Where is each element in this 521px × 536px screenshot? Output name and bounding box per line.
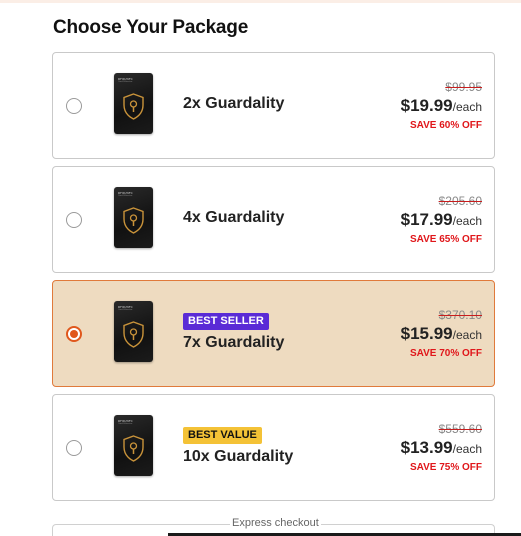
price-unit: /each (452, 328, 482, 342)
shield-icon (123, 435, 144, 462)
savings-label: SAVE 75% OFF (409, 462, 482, 473)
card-subtitle-text: Card Protector (118, 81, 133, 83)
package-name: 7x Guardality (183, 334, 285, 351)
package-name: 10x Guardality (183, 448, 294, 465)
price-unit: /each (452, 214, 482, 228)
shield-icon (123, 207, 144, 234)
package-option-10x[interactable]: RFID/NFC Card Protector BEST VALUE 10x G… (52, 394, 495, 501)
radio-button[interactable] (66, 212, 82, 228)
original-price: $559.60 (438, 422, 482, 436)
savings-label: SAVE 60% OFF (409, 120, 482, 131)
card-subtitle-text: Card Protector (118, 423, 133, 425)
express-checkout-label: Express checkout (230, 517, 321, 529)
product-card-image: RFID/NFC Card Protector (114, 73, 153, 134)
price: $17.99 (400, 210, 453, 229)
best-seller-badge: BEST SELLER (183, 313, 269, 330)
package-name: 2x Guardality (183, 95, 285, 112)
price-unit: /each (452, 442, 482, 456)
price-line: $13.99/each (401, 438, 482, 458)
price-unit: /each (452, 100, 482, 114)
price: $19.99 (400, 96, 453, 115)
radio-button-selected[interactable] (66, 326, 82, 342)
savings-label: SAVE 65% OFF (409, 234, 482, 245)
radio-button[interactable] (66, 440, 82, 456)
savings-label: SAVE 70% OFF (409, 348, 482, 359)
card-subtitle-text: Card Protector (118, 195, 133, 197)
shield-icon (123, 321, 144, 348)
price: $13.99 (400, 438, 453, 457)
package-option-7x[interactable]: RFID/NFC Card Protector BEST SELLER 7x G… (52, 280, 495, 387)
package-option-2x[interactable]: RFID/NFC Card Protector 2x Guardality $9… (52, 52, 495, 159)
original-price: $99.95 (445, 80, 482, 94)
original-price: $205.60 (438, 194, 482, 208)
package-option-4x[interactable]: RFID/NFC Card Protector 4x Guardality $2… (52, 166, 495, 273)
radio-button[interactable] (66, 98, 82, 114)
price-line: $19.99/each (401, 96, 482, 116)
price-line: $15.99/each (401, 324, 482, 344)
page-title: Choose Your Package (53, 17, 249, 38)
price: $15.99 (400, 324, 453, 343)
card-subtitle-text: Card Protector (118, 309, 133, 311)
package-name: 4x Guardality (183, 209, 285, 226)
original-price: $370.10 (438, 308, 482, 322)
best-value-badge: BEST VALUE (183, 427, 262, 444)
shield-icon (123, 93, 144, 120)
price-line: $17.99/each (401, 210, 482, 230)
product-card-image: RFID/NFC Card Protector (114, 415, 153, 476)
top-divider (0, 0, 521, 3)
product-card-image: RFID/NFC Card Protector (114, 301, 153, 362)
product-card-image: RFID/NFC Card Protector (114, 187, 153, 248)
